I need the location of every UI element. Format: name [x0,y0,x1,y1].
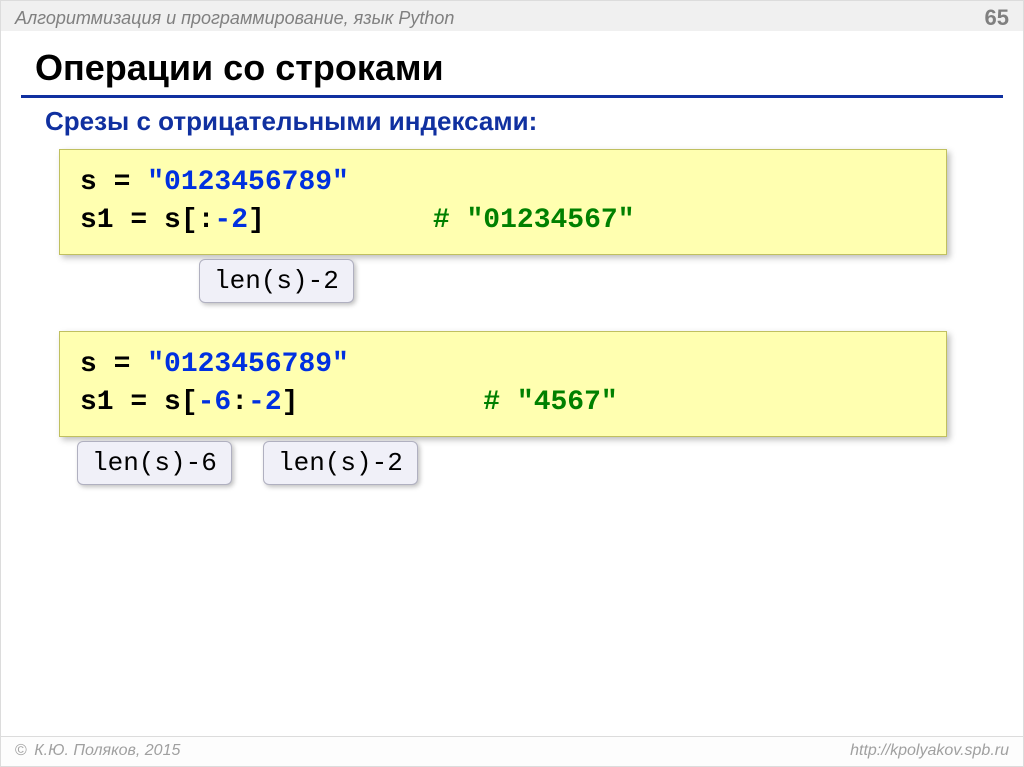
note-len-s-minus-2-b: len(s)-2 [263,441,418,485]
footer-url: http://kpolyakov.spb.ru [850,742,1009,766]
code-line: s = "0123456789" [80,164,926,202]
code-line: s1 = s[-6:-2] # "4567" [80,384,926,422]
copyright-icon: © [15,742,27,759]
slide-subtitle: Срезы с отрицательными индексами: [1,98,1023,137]
code-line: s1 = s[:-2] # "01234567" [80,202,926,240]
page-number: 65 [985,5,1009,31]
note-len-s-minus-6: len(s)-6 [77,441,232,485]
code-block-2: s = "0123456789" s1 = s[-6:-2] # "4567" [59,331,947,437]
code-line: s = "0123456789" [80,346,926,384]
footer-author: © К.Ю. Поляков, 2015 [15,742,180,766]
slide-footer: © К.Ю. Поляков, 2015 http://kpolyakov.sp… [1,736,1023,766]
code-block-1: s = "0123456789" s1 = s[:-2] # "01234567… [59,149,947,255]
slide-title: Операции со строками [1,31,1023,95]
slide-header: Алгоритмизация и программирование, язык … [1,1,1023,31]
note-len-s-minus-2-a: len(s)-2 [199,259,354,303]
header-subject: Алгоритмизация и программирование, язык … [15,8,454,29]
slide: Алгоритмизация и программирование, язык … [0,0,1024,767]
